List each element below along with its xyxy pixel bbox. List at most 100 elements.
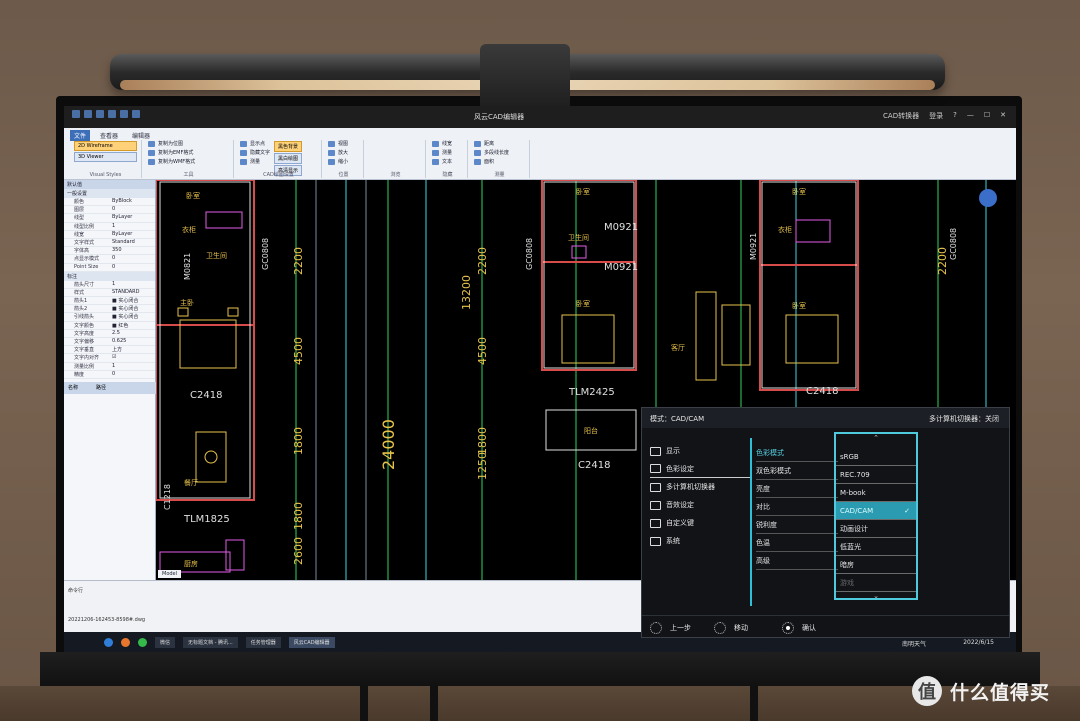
minimize-icon[interactable]: — bbox=[967, 111, 974, 121]
property-value[interactable]: 1 bbox=[109, 281, 155, 288]
property-row[interactable]: Point Size 0 bbox=[64, 264, 155, 272]
save-icon[interactable] bbox=[96, 110, 104, 118]
show-points-button[interactable]: 显示点 bbox=[239, 140, 270, 149]
property-row[interactable]: 点显示模式 0 bbox=[64, 255, 155, 264]
section-dimension[interactable]: 标注 bbox=[64, 271, 155, 281]
property-value[interactable]: ■ 实心闭合 bbox=[109, 297, 155, 304]
property-value[interactable]: 0 bbox=[109, 206, 155, 213]
osd-menu-display[interactable]: 显示 bbox=[650, 442, 748, 460]
property-value[interactable]: 350 bbox=[109, 247, 155, 254]
help-icon[interactable]: ? bbox=[953, 111, 957, 121]
osd-option-cadcam[interactable]: CAD/CAM bbox=[836, 502, 916, 520]
viewcube-icon[interactable] bbox=[979, 189, 997, 207]
property-value[interactable]: ■ 实心闭合 bbox=[109, 313, 155, 320]
property-value[interactable]: ☑ bbox=[109, 354, 155, 361]
print-icon[interactable] bbox=[108, 110, 116, 118]
property-value[interactable]: 0.625 bbox=[109, 338, 155, 345]
osd-sub-color-mode[interactable]: 色彩模式 bbox=[756, 444, 838, 462]
osd-option-animation[interactable]: 动画设计 bbox=[836, 520, 916, 538]
black-bg-button[interactable]: 黑色背景 bbox=[274, 141, 303, 152]
property-value[interactable]: ByLayer bbox=[109, 231, 155, 238]
osd-sub-contrast[interactable]: 对比 bbox=[756, 498, 838, 516]
property-row[interactable]: 文字偏移 0.625 bbox=[64, 338, 155, 347]
osd-move-label[interactable]: 移动 bbox=[734, 623, 748, 633]
close-icon[interactable]: ✕ bbox=[1000, 111, 1006, 121]
property-row[interactable]: 文字样式 Standard bbox=[64, 239, 155, 248]
measure-button[interactable]: 测量 bbox=[432, 149, 467, 158]
hide-text-button[interactable]: 隐藏文字 bbox=[239, 149, 270, 158]
column-name[interactable]: 名称 bbox=[68, 384, 78, 392]
bw-drawing-button[interactable]: 黑白绘图 bbox=[274, 153, 303, 164]
zoom-out-button[interactable]: 缩小 bbox=[328, 158, 363, 167]
property-row[interactable]: 线型 ByLayer bbox=[64, 214, 155, 223]
chevron-up-icon[interactable]: ⌃ bbox=[836, 434, 916, 442]
osd-menu-audio[interactable]: 音效设定 bbox=[650, 496, 748, 514]
osd-option-darkroom[interactable]: 暗房 bbox=[836, 556, 916, 574]
osd-menu-kvm[interactable]: 多计算机切换器 bbox=[650, 478, 748, 496]
osd-sub-color-temp[interactable]: 色温 bbox=[756, 534, 838, 552]
property-row[interactable]: 样式 STANDARD bbox=[64, 289, 155, 298]
section-general[interactable]: 一般设置 bbox=[64, 189, 155, 198]
text-button[interactable]: 文本 bbox=[432, 158, 467, 167]
property-row[interactable]: 引线箭头 ■ 实心闭合 bbox=[64, 313, 155, 322]
open-icon[interactable] bbox=[84, 110, 92, 118]
wechat-icon[interactable] bbox=[138, 638, 147, 647]
copy-wmf-button[interactable]: 复制为WMF格式 bbox=[148, 158, 233, 167]
property-row[interactable]: 箭头尺寸 1 bbox=[64, 281, 155, 289]
osd-sub-sharpness[interactable]: 锐利度 bbox=[756, 516, 838, 534]
area-button[interactable]: 面积 bbox=[474, 158, 529, 167]
property-row[interactable]: 文字颜色 ■ 红色 bbox=[64, 322, 155, 330]
firefox-icon[interactable] bbox=[121, 638, 130, 647]
login-link[interactable]: 登录 bbox=[929, 111, 943, 121]
property-value[interactable]: ByBlock bbox=[109, 198, 155, 205]
tray-weather[interactable]: 南明天气 bbox=[902, 639, 926, 648]
property-value[interactable]: STANDARD bbox=[109, 289, 155, 296]
property-value[interactable]: 2.5 bbox=[109, 330, 155, 337]
property-value[interactable]: ■ 红色 bbox=[109, 322, 155, 329]
property-row[interactable]: 文字内对齐 ☑ bbox=[64, 354, 155, 363]
osd-menu-color[interactable]: 色彩设定 bbox=[650, 460, 752, 478]
osd-sub-dual-color[interactable]: 双色彩模式 bbox=[756, 462, 838, 480]
osd-option-rec709[interactable]: REC.709 bbox=[836, 466, 916, 484]
task-wechat[interactable]: 微信 bbox=[155, 637, 176, 648]
property-value[interactable]: 0 bbox=[109, 264, 155, 271]
property-value[interactable]: Standard bbox=[109, 239, 155, 246]
osd-option-mbook[interactable]: M-book bbox=[836, 484, 916, 502]
task-manager[interactable]: 任务管理器 bbox=[245, 637, 281, 648]
property-row[interactable]: 线型比例 1 bbox=[64, 223, 155, 231]
property-value[interactable]: 1 bbox=[109, 223, 155, 230]
cad-converter-link[interactable]: CAD转换器 bbox=[883, 111, 919, 121]
3d-viewer-button[interactable]: 3D Viewer bbox=[74, 152, 137, 162]
property-value[interactable]: 1 bbox=[109, 363, 155, 370]
2d-wireframe-button[interactable]: 2D Wireframe bbox=[74, 141, 137, 151]
property-row[interactable]: 箭头1 ■ 实心闭合 bbox=[64, 297, 155, 306]
osd-sub-brightness[interactable]: 亮度 bbox=[756, 480, 838, 498]
edge-icon[interactable] bbox=[104, 638, 113, 647]
property-value[interactable]: ByLayer bbox=[109, 214, 155, 221]
task-document[interactable]: 无标题文档 - 腾讯... bbox=[183, 637, 238, 648]
osd-option-game[interactable]: 游戏 bbox=[836, 574, 916, 592]
polyline-length-button[interactable]: 多段线长度 bbox=[474, 149, 529, 158]
property-row[interactable]: 文字垂直 上方 bbox=[64, 346, 155, 355]
property-row[interactable]: 图层 0 bbox=[64, 206, 155, 215]
property-value[interactable]: 0 bbox=[109, 371, 155, 378]
property-row[interactable]: 颜色 ByBlock bbox=[64, 198, 155, 207]
property-value[interactable]: 0 bbox=[109, 255, 155, 262]
copy-bitmap-button[interactable]: 复制为位图 bbox=[148, 140, 233, 149]
measure-button[interactable]: 测量 bbox=[239, 158, 270, 167]
osd-option-srgb[interactable]: sRGB bbox=[836, 448, 916, 466]
tab-model[interactable]: Model bbox=[158, 570, 182, 578]
osd-menu-custom-key[interactable]: 自定义键 bbox=[650, 514, 748, 532]
property-row[interactable]: 线宽 ByLayer bbox=[64, 231, 155, 239]
osd-confirm-label[interactable]: 确认 bbox=[802, 623, 816, 633]
task-cad-editor[interactable]: 风云CAD编辑器 bbox=[288, 637, 335, 648]
property-row[interactable]: 箭头2 ■ 实心闭合 bbox=[64, 305, 155, 314]
copy-emf-button[interactable]: 复制为EMF格式 bbox=[148, 149, 233, 158]
view-button[interactable]: 视图 bbox=[328, 140, 363, 149]
property-row[interactable]: 字体高 350 bbox=[64, 247, 155, 256]
undo-icon[interactable] bbox=[120, 110, 128, 118]
osd-back-label[interactable]: 上一步 bbox=[670, 623, 691, 633]
lineweight-button[interactable]: 线宽 bbox=[432, 140, 467, 149]
maximize-icon[interactable]: ☐ bbox=[984, 111, 990, 121]
chevron-down-icon[interactable]: ⌄ bbox=[836, 592, 916, 600]
